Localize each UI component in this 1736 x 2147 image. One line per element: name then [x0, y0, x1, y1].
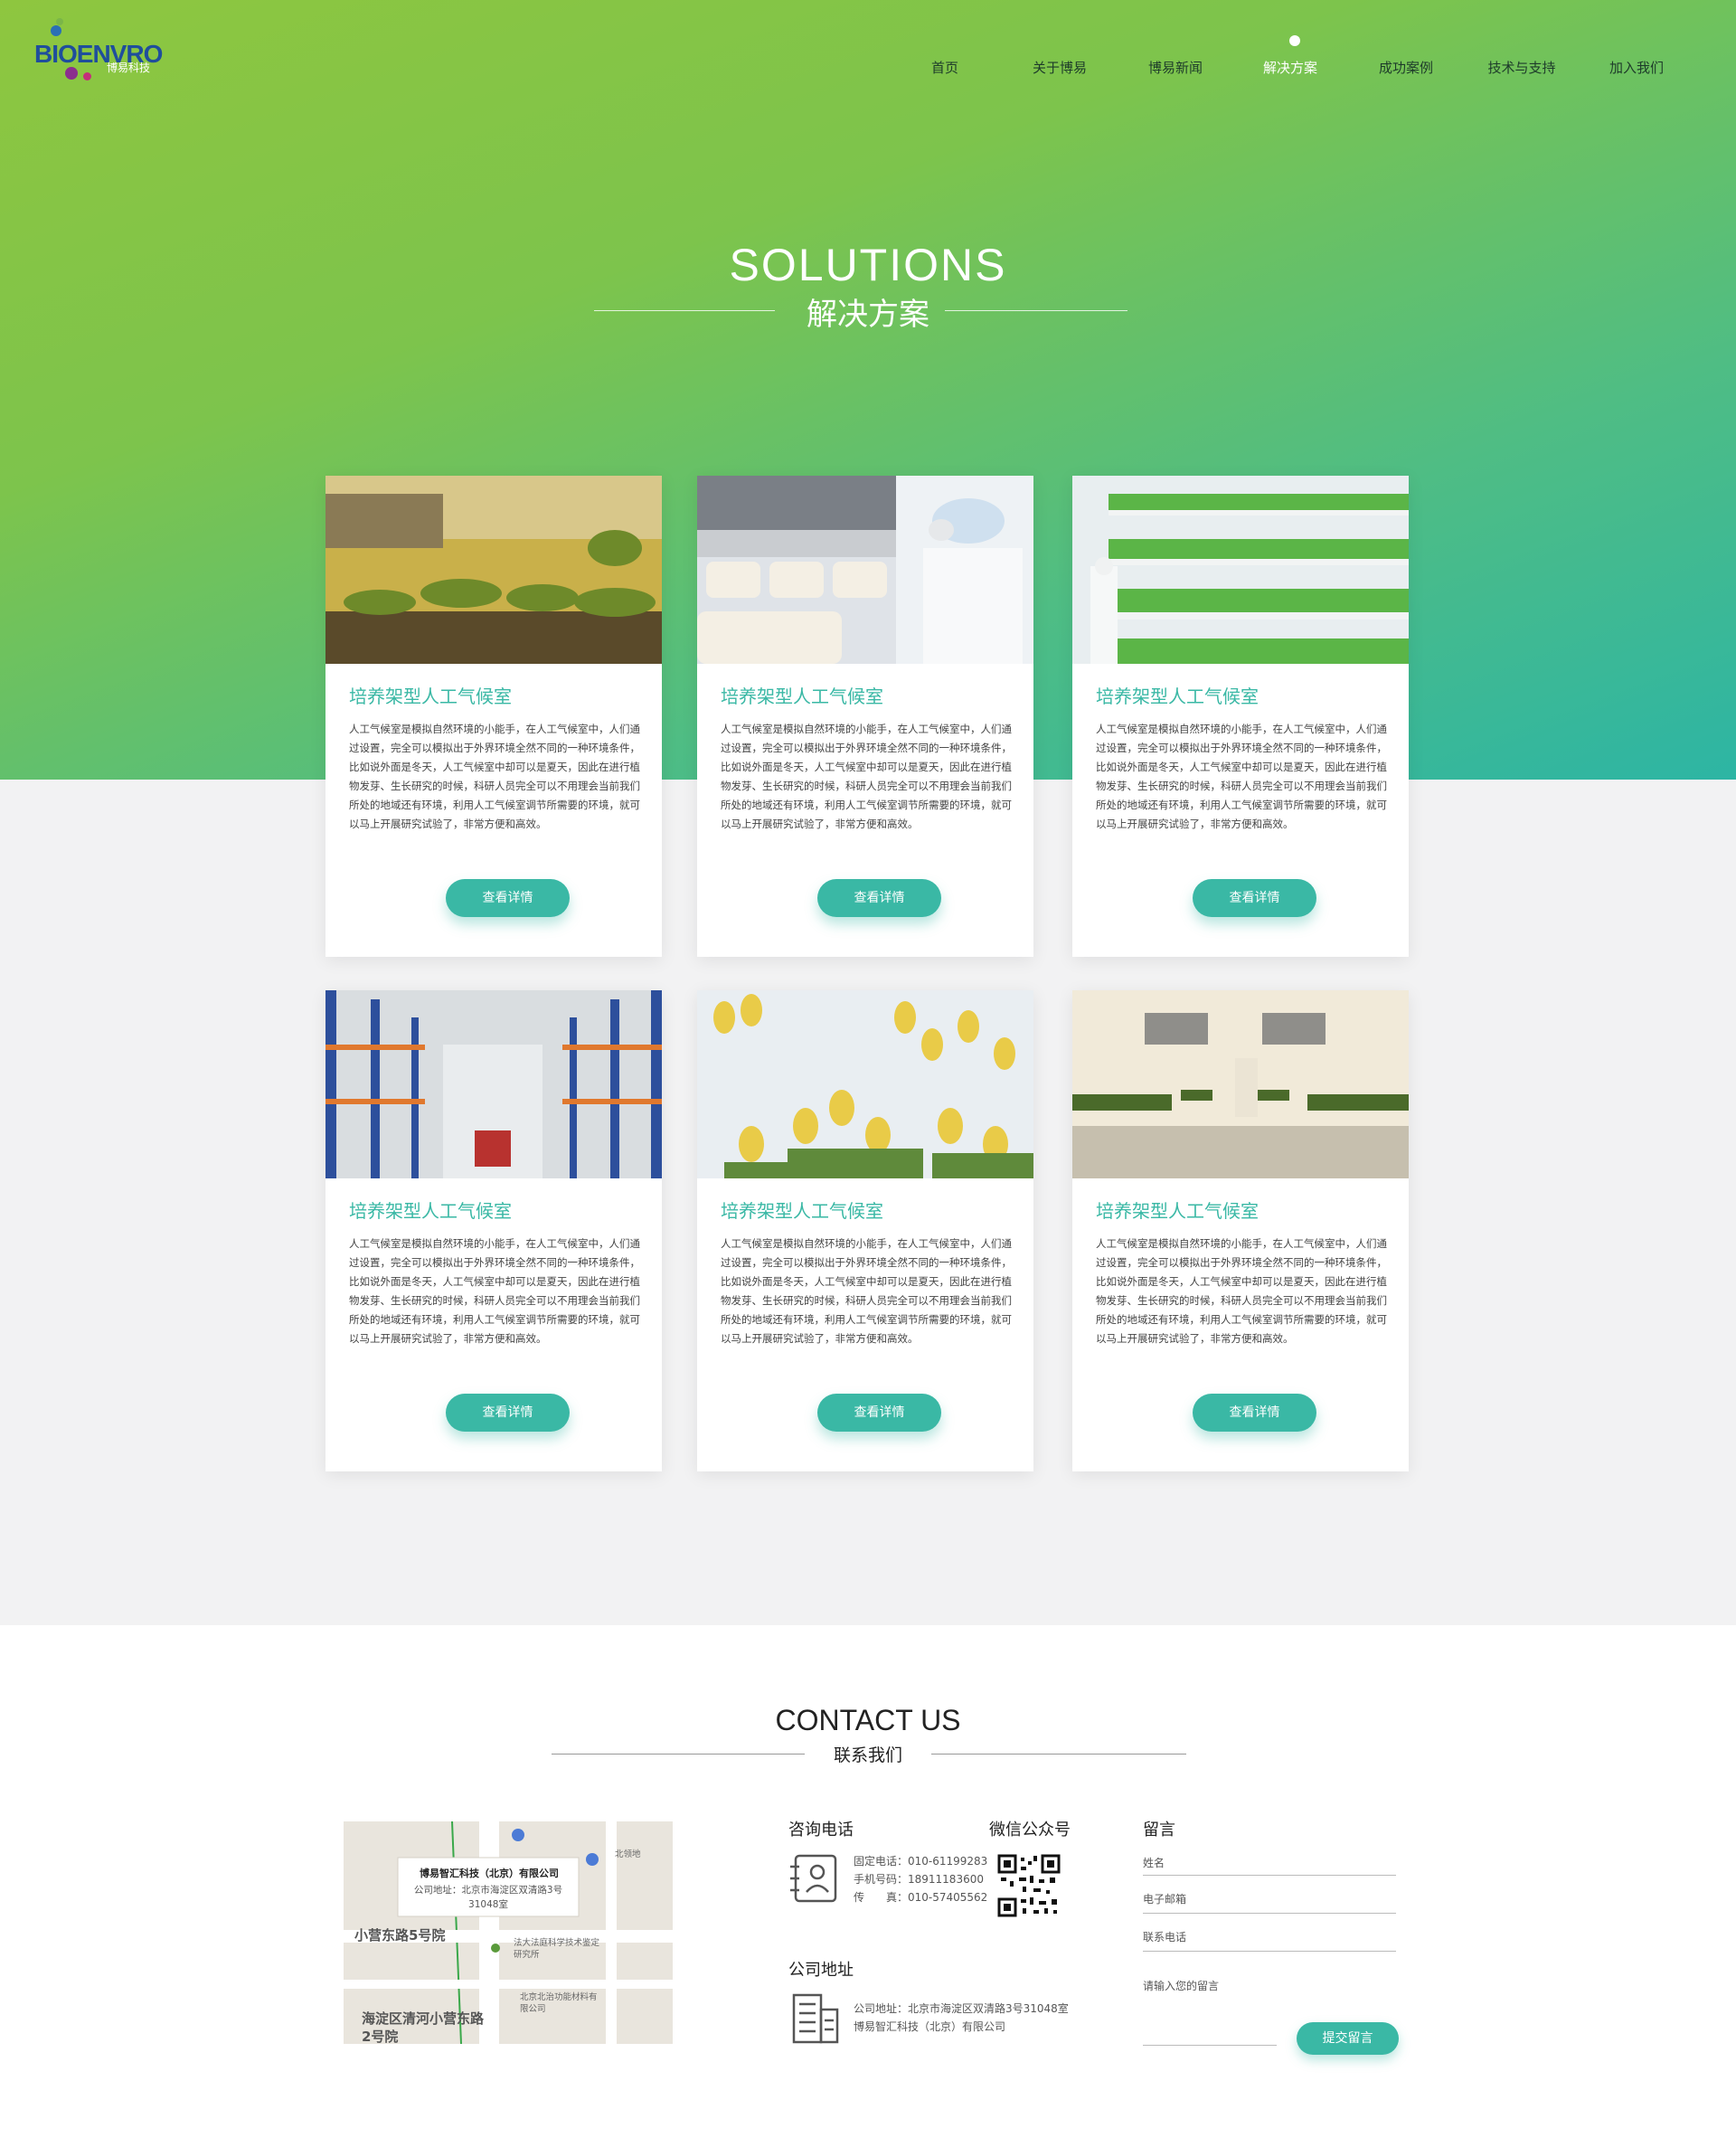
card-image — [1072, 990, 1409, 1178]
phone-fax: 传 真：010-57405562 — [854, 1891, 988, 1904]
map-address: 公司地址：北京市海淀区双清路3号31048室 — [413, 1885, 563, 1910]
card-description: 人工气候室是模拟自然环境的小能手，在人工气候室中，人们通过设置，完全可以模拟出于… — [1096, 723, 1387, 830]
wechat-heading: 微信公众号 — [989, 1821, 1071, 1840]
solution-card: 培养架型人工气候室 人工气候室是模拟自然环境的小能手，在人工气候室中，人们通过设… — [326, 476, 662, 957]
card-title: 培养架型人工气候室 — [721, 686, 883, 707]
address-heading: 公司地址 — [788, 1961, 854, 1980]
card-description: 人工气候室是模拟自然环境的小能手，在人工气候室中，人们通过设置，完全可以模拟出于… — [721, 1237, 1012, 1345]
phone-field[interactable]: 联系电话 — [1143, 1929, 1186, 1944]
address-company: 博易智汇科技（北京）有限公司 — [854, 2020, 1006, 2033]
card-image — [1072, 476, 1409, 664]
address-line: 公司地址：北京市海淀区双清路3号31048室 — [854, 2002, 1069, 2015]
nav-active-dot — [1289, 35, 1300, 46]
main-nav: 首页 关于博易 博易新闻 解决方案 成功案例 技术与支持 加入我们 — [0, 0, 1736, 90]
view-details-button[interactable]: 查看详情 — [1193, 879, 1316, 917]
solutions-title-en: SOLUTIONS — [729, 240, 1007, 290]
nav-item-home[interactable]: 首页 — [931, 58, 958, 77]
contact-title-en: CONTACT US — [775, 1704, 961, 1736]
solution-card: 培养架型人工气候室 人工气候室是模拟自然环境的小能手，在人工气候室中，人们通过设… — [1072, 990, 1409, 1471]
phone-heading: 咨询电话 — [788, 1821, 854, 1840]
card-image — [326, 990, 662, 1178]
map-label: 法大法庭科学技术鉴定研究所 — [514, 1938, 600, 1960]
view-details-button[interactable]: 查看详情 — [817, 1394, 941, 1432]
map-label: 海淀区清河小营东路2号院 — [362, 2010, 485, 2044]
field-underline — [1143, 2045, 1277, 2046]
email-field[interactable]: 电子邮箱 — [1143, 1891, 1186, 1906]
phone-landline: 固定电话：010-61199283 — [854, 1855, 988, 1868]
card-title: 培养架型人工气候室 — [1096, 1200, 1259, 1222]
nav-item-cases[interactable]: 成功案例 — [1379, 58, 1433, 77]
field-underline — [1143, 1913, 1396, 1914]
solution-card: 培养架型人工气候室 人工气候室是模拟自然环境的小能手，在人工气候室中，人们通过设… — [326, 990, 662, 1471]
card-image — [697, 990, 1033, 1178]
phone-mobile: 手机号码：18911183600 — [854, 1873, 984, 1886]
view-details-button[interactable]: 查看详情 — [446, 879, 570, 917]
card-image — [326, 476, 662, 664]
card-description: 人工气候室是模拟自然环境的小能手，在人工气候室中，人们通过设置，完全可以模拟出于… — [349, 1237, 640, 1345]
submit-message-button[interactable]: 提交留言 — [1297, 2022, 1399, 2055]
card-image — [697, 476, 1033, 664]
view-details-button[interactable]: 查看详情 — [1193, 1394, 1316, 1432]
nav-item-about[interactable]: 关于博易 — [1033, 58, 1087, 77]
card-title: 培养架型人工气候室 — [349, 686, 512, 707]
card-description: 人工气候室是模拟自然环境的小能手，在人工气候室中，人们通过设置，完全可以模拟出于… — [1096, 1237, 1387, 1345]
nav-item-join[interactable]: 加入我们 — [1609, 58, 1664, 77]
contact-title-cn: 联系我们 — [833, 1745, 902, 1765]
nav-item-news[interactable]: 博易新闻 — [1148, 58, 1203, 77]
solutions-title-cn: 解决方案 — [807, 297, 929, 333]
location-map[interactable]: 博易智汇科技（北京）有限公司 公司地址：北京市海淀区双清路3号31048室 小营… — [344, 1821, 673, 2044]
solution-card: 培养架型人工气候室 人工气候室是模拟自然环境的小能手，在人工气候室中，人们通过设… — [697, 990, 1033, 1471]
field-underline — [1143, 1875, 1396, 1876]
view-details-button[interactable]: 查看详情 — [817, 879, 941, 917]
map-company: 博易智汇科技（北京）有限公司 — [420, 1868, 559, 1879]
card-description: 人工气候室是模拟自然环境的小能手，在人工气候室中，人们通过设置，完全可以模拟出于… — [721, 723, 1012, 830]
building-icon — [792, 1993, 839, 2044]
solution-card: 培养架型人工气候室 人工气候室是模拟自然环境的小能手，在人工气候室中，人们通过设… — [1072, 476, 1409, 957]
map-label: 小营东路5号院 — [354, 1927, 446, 1944]
name-field[interactable]: 姓名 — [1143, 1855, 1165, 1870]
nav-item-solutions[interactable]: 解决方案 — [1263, 58, 1317, 77]
solution-card: 培养架型人工气候室 人工气候室是模拟自然环境的小能手，在人工气候室中，人们通过设… — [697, 476, 1033, 957]
nav-item-support[interactable]: 技术与支持 — [1487, 58, 1555, 77]
field-underline — [1143, 1951, 1396, 1952]
map-label: 北领地 — [615, 1849, 641, 1859]
view-details-button[interactable]: 查看详情 — [446, 1394, 570, 1432]
card-title: 培养架型人工气候室 — [349, 1200, 512, 1222]
message-field[interactable]: 请输入您的留言 — [1143, 1978, 1219, 1993]
card-title: 培养架型人工气候室 — [721, 1200, 883, 1222]
map-label: 北京北治功能材料有限公司 — [520, 1992, 598, 2014]
wechat-qr-code — [997, 1854, 1061, 1917]
card-description: 人工气候室是模拟自然环境的小能手，在人工气候室中，人们通过设置，完全可以模拟出于… — [349, 723, 640, 830]
message-heading: 留言 — [1143, 1821, 1175, 1840]
card-title: 培养架型人工气候室 — [1096, 686, 1259, 707]
phone-card-icon — [790, 1854, 837, 1903]
